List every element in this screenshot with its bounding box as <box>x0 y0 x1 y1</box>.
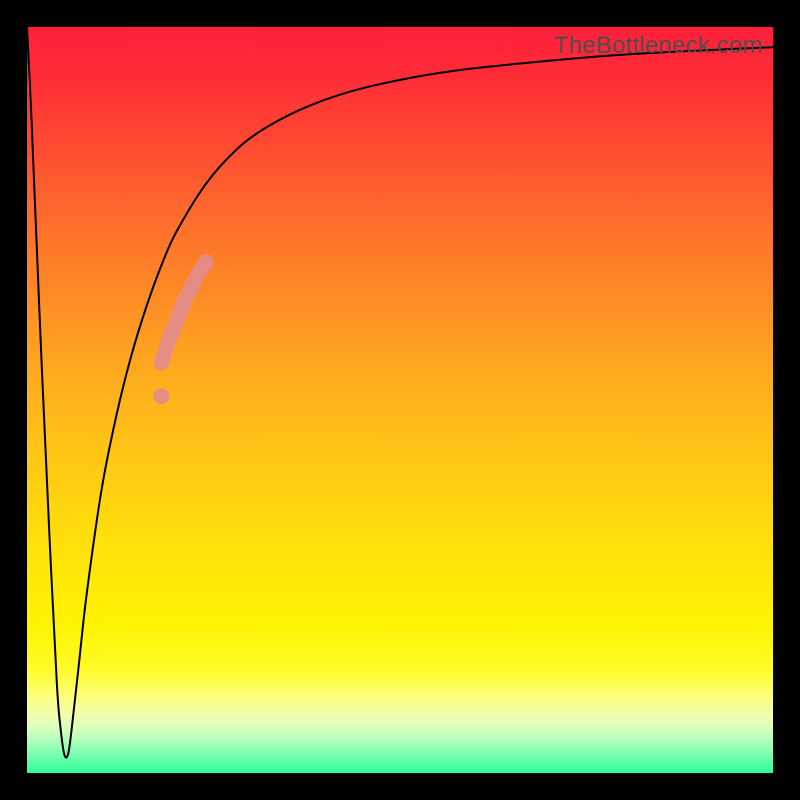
highlight-segment <box>161 262 206 363</box>
chart-frame: TheBottleneck.com <box>0 0 800 800</box>
bottleneck-curve <box>27 27 773 758</box>
curve-layer <box>27 27 773 773</box>
watermark-text: TheBottleneck.com <box>554 32 763 60</box>
plot-area: TheBottleneck.com <box>27 27 773 773</box>
highlight-dot <box>153 388 169 404</box>
